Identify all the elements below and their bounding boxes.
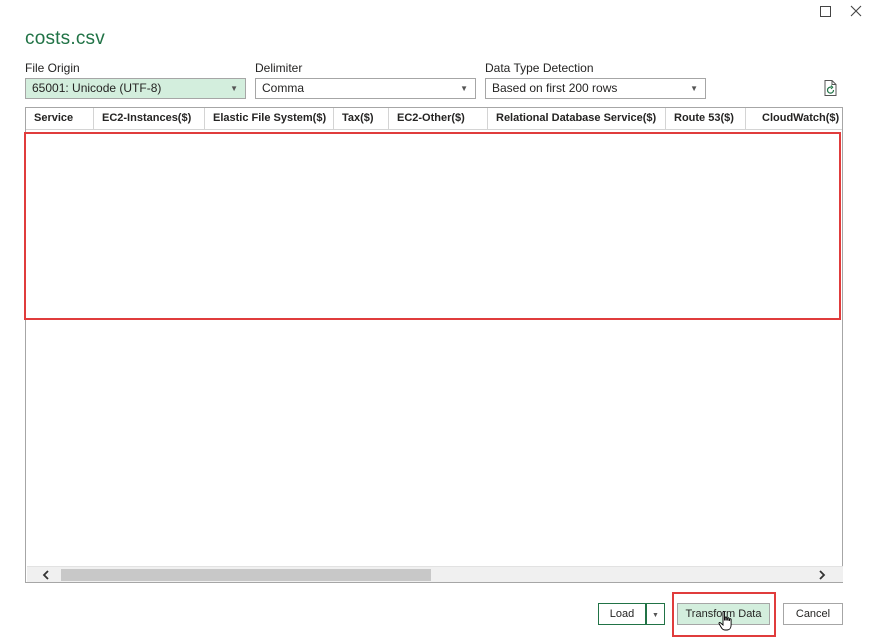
chevron-down-icon: ▼ bbox=[230, 84, 238, 93]
mouse-pointer-icon bbox=[718, 611, 734, 633]
column-header[interactable]: EC2-Other($) bbox=[389, 108, 488, 130]
chevron-down-icon: ▼ bbox=[690, 84, 698, 93]
horizontal-scrollbar[interactable] bbox=[27, 566, 843, 582]
column-header[interactable]: Relational Database Service($) bbox=[488, 108, 666, 130]
file-origin-select[interactable]: 65001: Unicode (UTF-8) ▼ bbox=[25, 78, 246, 99]
close-button[interactable] bbox=[846, 2, 866, 20]
chevron-left-icon bbox=[42, 570, 49, 580]
dialog-title: costs.csv bbox=[25, 28, 105, 49]
scrollbar-thumb[interactable] bbox=[61, 569, 431, 581]
load-button[interactable]: Load bbox=[598, 603, 646, 625]
delimiter-label: Delimiter bbox=[255, 61, 303, 75]
column-header[interactable]: Route 53($) bbox=[666, 108, 746, 130]
chevron-down-icon: ▼ bbox=[460, 84, 468, 93]
delimiter-select[interactable]: Comma ▼ bbox=[255, 78, 476, 99]
column-header[interactable]: Elastic File System($) bbox=[205, 108, 334, 130]
scroll-right-button[interactable] bbox=[813, 567, 831, 583]
refresh-document-icon bbox=[824, 80, 837, 96]
scroll-left-button[interactable] bbox=[37, 567, 55, 583]
column-header[interactable]: Service bbox=[26, 108, 94, 130]
chevron-down-icon: ▼ bbox=[652, 612, 659, 619]
data-type-detection-value: Based on first 200 rows bbox=[492, 81, 618, 95]
data-type-detection-label: Data Type Detection bbox=[485, 61, 594, 75]
column-header[interactable]: Tax($) bbox=[334, 108, 389, 130]
empty-data-highlight bbox=[24, 132, 841, 320]
maximize-icon bbox=[819, 5, 831, 17]
maximize-button[interactable] bbox=[815, 2, 835, 20]
column-header[interactable]: CloudWatch($) bbox=[746, 108, 842, 130]
refresh-button[interactable] bbox=[822, 79, 840, 97]
chevron-right-icon bbox=[819, 570, 826, 580]
column-header[interactable]: EC2-Instances($) bbox=[94, 108, 205, 130]
cancel-button[interactable]: Cancel bbox=[783, 603, 843, 625]
delimiter-value: Comma bbox=[262, 81, 305, 95]
grid-header-row: Service EC2-Instances($) Elastic File Sy… bbox=[26, 108, 842, 130]
file-origin-label: File Origin bbox=[25, 61, 80, 75]
file-origin-value: 65001: Unicode (UTF-8) bbox=[32, 81, 162, 95]
close-icon bbox=[850, 5, 862, 17]
load-dropdown-button[interactable]: ▼ bbox=[646, 603, 665, 625]
data-type-detection-select[interactable]: Based on first 200 rows ▼ bbox=[485, 78, 706, 99]
